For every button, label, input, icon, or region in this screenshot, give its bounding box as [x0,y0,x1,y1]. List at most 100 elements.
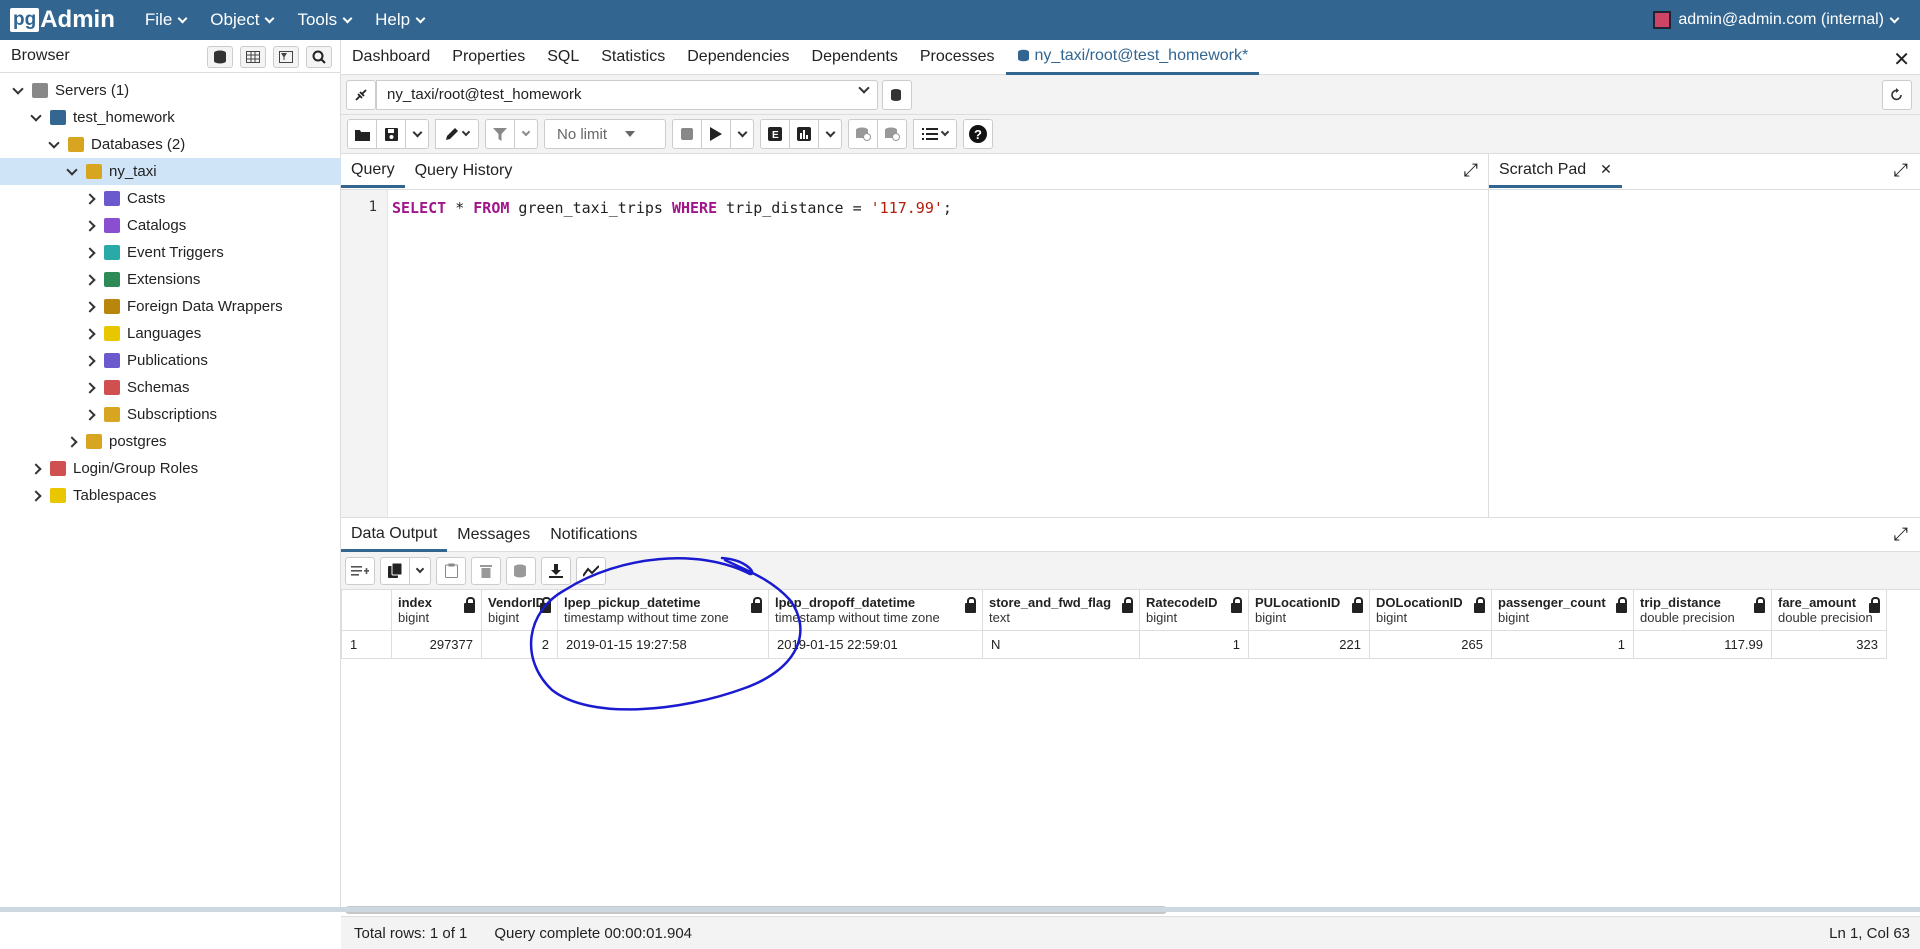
tree-node-test-homework[interactable]: test_homework [0,104,341,131]
graph-visualiser-button[interactable] [576,557,606,585]
tab-query-tool[interactable]: ny_taxi/root@test_homework* [1006,40,1260,75]
column-header-store-and-fwd-flag[interactable]: store_and_fwd_flagtext [983,590,1140,630]
tab-statistics[interactable]: Statistics [590,40,676,75]
table-cell-lpep-pickup-datetime[interactable]: 2019-01-15 19:27:58 [558,630,769,658]
table-cell-trip-distance[interactable]: 117.99 [1634,630,1772,658]
sql-editor[interactable]: SELECT * FROM green_taxi_trips WHERE tri… [392,199,952,217]
connection-status-button[interactable] [346,80,376,110]
column-header-ratecodeid[interactable]: RatecodeIDbigint [1140,590,1249,630]
tab-dashboard[interactable]: Dashboard [341,40,441,75]
column-header-trip-distance[interactable]: trip_distancedouble precision [1634,590,1772,630]
column-header-index[interactable]: indexbigint [392,590,482,630]
explain-analyze-button[interactable] [789,119,819,149]
chevron-right-icon[interactable] [26,492,46,500]
explain-options-button[interactable] [818,119,842,149]
filter-button[interactable] [485,119,515,149]
chevron-down-icon[interactable] [44,143,64,147]
chevron-right-icon[interactable] [80,357,100,365]
tab-data-output[interactable]: Data Output [341,518,447,552]
menu-object[interactable]: Object [210,10,273,30]
table-cell-vendorid[interactable]: 2 [482,630,558,658]
chevron-right-icon[interactable] [80,303,100,311]
search-objects-button[interactable] [306,46,332,68]
table-cell-store-and-fwd-flag[interactable]: N [983,630,1140,658]
tab-properties[interactable]: Properties [441,40,536,75]
row-number[interactable]: 1 [342,630,392,658]
chevron-right-icon[interactable] [80,330,100,338]
column-header-lpep-dropoff-datetime[interactable]: lpep_dropoff_datetimetimestamp without t… [769,590,983,630]
tab-query[interactable]: Query [341,154,405,188]
menu-help[interactable]: Help [375,10,424,30]
chevron-right-icon[interactable] [80,276,100,284]
user-menu[interactable]: admin@admin.com (internal) [1653,0,1898,40]
tab-dependents[interactable]: Dependents [801,40,909,75]
help-button[interactable]: ? [963,119,993,149]
table-cell-lpep-dropoff-datetime[interactable]: 2019-01-15 22:59:01 [769,630,983,658]
open-file-button[interactable] [347,119,377,149]
macros-button[interactable] [913,119,957,149]
tab-messages[interactable]: Messages [447,518,540,552]
chevron-right-icon[interactable] [80,411,100,419]
tree-node-tablespaces[interactable]: Tablespaces [0,482,341,509]
paste-button[interactable] [436,557,466,585]
chevron-right-icon[interactable] [80,384,100,392]
tree-node-event-triggers[interactable]: Event Triggers [0,239,341,266]
save-file-button[interactable] [376,119,406,149]
column-header-passenger-count[interactable]: passenger_countbigint [1492,590,1634,630]
table-cell-index[interactable]: 297377 [392,630,482,658]
chevron-right-icon[interactable] [80,222,100,230]
save-options-button[interactable] [405,119,429,149]
reset-layout-button[interactable] [1882,80,1912,110]
pgadmin-logo[interactable]: pg Admin [10,6,115,34]
limit-select[interactable]: No limit [544,119,666,149]
column-header-fare-amount[interactable]: fare_amountdouble precision [1772,590,1887,630]
filter-rows-button[interactable] [273,46,299,68]
copy-button[interactable] [380,557,410,585]
execute-options-button[interactable] [730,119,754,149]
tab-scratch-pad[interactable]: Scratch Pad ✕ [1489,154,1622,188]
commit-button[interactable] [848,119,878,149]
tree-node-extensions[interactable]: Extensions [0,266,341,293]
add-row-button[interactable] [345,557,375,585]
chevron-down-icon[interactable] [62,170,82,174]
maximize-icon[interactable]: ⤢ [1894,524,1908,545]
tree-node-login-group-roles[interactable]: Login/Group Roles [0,455,341,482]
table-cell-ratecodeid[interactable]: 1 [1140,630,1249,658]
chevron-right-icon[interactable] [26,465,46,473]
close-icon[interactable]: ✕ [1893,47,1910,72]
tree-node-foreign-data-wrappers[interactable]: Foreign Data Wrappers [0,293,341,320]
chevron-right-icon[interactable] [80,249,100,257]
table-cell-passenger-count[interactable]: 1 [1492,630,1634,658]
tab-query-history[interactable]: Query History [405,154,523,188]
tree-node-publications[interactable]: Publications [0,347,341,374]
chevron-down-icon[interactable] [8,89,28,93]
tree-node-casts[interactable]: Casts [0,185,341,212]
menu-tools[interactable]: Tools [297,10,351,30]
tab-notifications[interactable]: Notifications [540,518,647,552]
menu-file[interactable]: File [145,10,186,30]
table-row[interactable]: 129737722019-01-15 19:27:582019-01-15 22… [342,630,1887,658]
rollback-button[interactable] [877,119,907,149]
table-cell-dolocationid[interactable]: 265 [1370,630,1492,658]
tree-node-subscriptions[interactable]: Subscriptions [0,401,341,428]
table-cell-fare-amount[interactable]: 323 [1772,630,1887,658]
new-connection-button[interactable] [882,80,912,110]
column-header-pulocationid[interactable]: PULocationIDbigint [1249,590,1370,630]
object-explorer-button[interactable] [207,46,233,68]
copy-options-button[interactable] [409,557,431,585]
save-data-button[interactable] [506,557,536,585]
download-button[interactable] [541,557,571,585]
execute-button[interactable] [701,119,731,149]
grid-view-button[interactable] [240,46,266,68]
table-cell-pulocationid[interactable]: 221 [1249,630,1370,658]
tree-node-databases-2[interactable]: Databases (2) [0,131,341,158]
connection-select[interactable]: ny_taxi/root@test_homework [376,80,878,110]
chevron-right-icon[interactable] [80,195,100,203]
tree-node-languages[interactable]: Languages [0,320,341,347]
tree-node-schemas[interactable]: Schemas [0,374,341,401]
stop-button[interactable] [672,119,702,149]
maximize-icon[interactable]: ⤢ [1894,160,1908,181]
column-header-vendorid[interactable]: VendorIDbigint [482,590,558,630]
tree-node-catalogs[interactable]: Catalogs [0,212,341,239]
edit-button[interactable] [435,119,479,149]
